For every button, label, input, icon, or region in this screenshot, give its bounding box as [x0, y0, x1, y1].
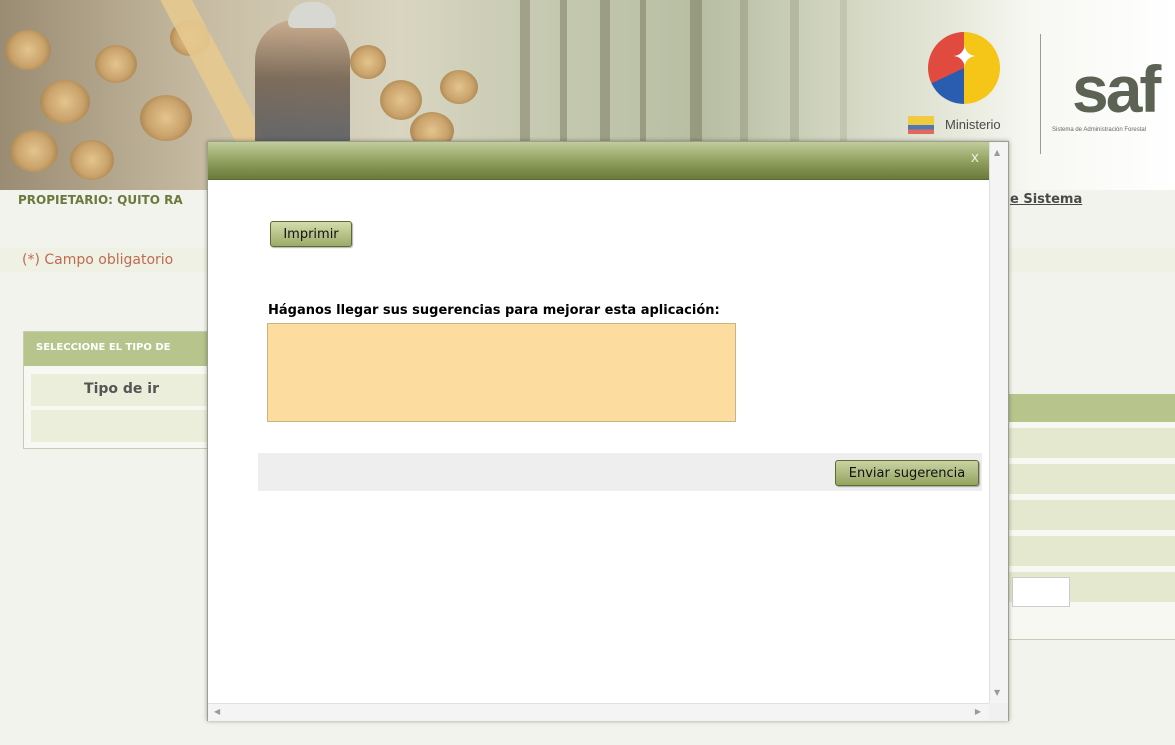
form-row	[1008, 464, 1175, 494]
suggestion-label: Háganos llegar sus sugerencias para mejo…	[268, 303, 720, 318]
right-panel-header	[1008, 394, 1175, 422]
log-end	[5, 30, 51, 70]
scroll-down-icon[interactable]: ▼	[994, 688, 1000, 697]
log-end	[350, 45, 386, 79]
form-input[interactable]	[1012, 577, 1070, 607]
suggestion-dialog: x Imprimir Háganos llegar sus sugerencia…	[207, 141, 1009, 721]
scroll-left-icon[interactable]: ◀	[214, 707, 220, 716]
log-end	[40, 80, 90, 124]
scroll-up-icon[interactable]: ▲	[994, 148, 1000, 157]
horizontal-scrollbar[interactable]: ◀ ▶	[208, 703, 989, 721]
log-end	[440, 70, 478, 104]
form-row	[1008, 428, 1175, 458]
form-row	[1008, 500, 1175, 530]
dialog-title-bar[interactable]: x	[208, 142, 989, 180]
send-suggestion-button[interactable]: Enviar sugerencia	[835, 460, 979, 486]
suggestion-textarea[interactable]	[267, 323, 736, 422]
log-end	[380, 80, 422, 120]
form-row	[1008, 536, 1175, 566]
log-end	[10, 130, 58, 172]
select-type-panel: SELECCIONE EL TIPO DE Tipo de ir	[23, 331, 213, 449]
scrollbar-corner	[989, 703, 1008, 721]
system-manual-link[interactable]: e Sistema	[1010, 192, 1082, 207]
worker-hat	[288, 2, 336, 28]
type-select-row[interactable]	[31, 410, 212, 442]
type-label: Tipo de ir	[31, 374, 212, 406]
select-type-panel-title: SELECCIONE EL TIPO DE	[24, 332, 212, 366]
owner-label: PROPIETARIO: QUITO RA	[18, 193, 183, 207]
required-field-note: (*) Campo obligatorio	[22, 252, 174, 268]
saf-subtitle: Sistema de Administración Forestal	[1052, 127, 1147, 133]
logo-divider	[1040, 34, 1041, 154]
ministry-figure-icon: ✦	[952, 40, 978, 75]
log-end	[70, 140, 114, 180]
close-icon[interactable]: x	[971, 150, 979, 166]
worker-figure	[255, 20, 350, 150]
log-end	[95, 45, 137, 83]
print-button[interactable]: Imprimir	[270, 221, 352, 247]
ecuador-shield-icon	[908, 116, 934, 134]
saf-logo: saf	[1072, 52, 1161, 126]
vertical-scrollbar[interactable]: ▲ ▼	[989, 142, 1008, 703]
scroll-right-icon[interactable]: ▶	[975, 707, 981, 716]
ministry-label: Ministerio	[945, 117, 1001, 132]
log-end	[140, 95, 192, 141]
right-form-panel	[1008, 394, 1175, 640]
